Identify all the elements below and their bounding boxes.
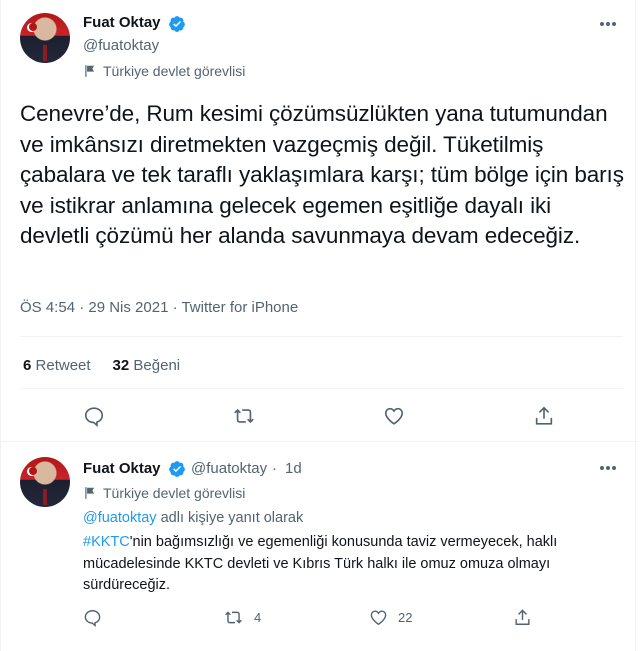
retweet-count: 6 <box>23 357 32 374</box>
author-handle[interactable]: @fuatoktay <box>83 37 159 54</box>
share-icon <box>535 406 553 425</box>
reply-icon <box>84 610 101 627</box>
retweet-icon <box>225 611 242 624</box>
government-flag-icon <box>85 487 95 499</box>
reply-like-button[interactable]: 22 <box>369 608 412 627</box>
tweet-thread: Fuat Oktay @fuatoktay Türkiye devlet gör… <box>0 0 637 651</box>
retweet-icon <box>234 408 254 424</box>
reply-body-text: 'nin bağımsızlığı ve egemenliği konusund… <box>83 534 558 593</box>
reply-account-label[interactable]: Türkiye devlet görevlisi <box>83 485 245 501</box>
replying-to-mention[interactable]: @fuatoktay <box>83 510 157 526</box>
reply-account-label-text: Türkiye devlet görevlisi <box>103 485 246 501</box>
verified-badge-icon <box>169 16 185 32</box>
reply-author-handle[interactable]: @fuatoktay <box>191 460 267 477</box>
retweet-button[interactable] <box>232 405 256 427</box>
more-options-icon[interactable] <box>598 14 618 34</box>
more-options-icon[interactable] <box>598 458 618 478</box>
hashtag-link[interactable]: #KKTC <box>83 534 130 550</box>
reply-author-name[interactable]: Fuat Oktay <box>83 460 161 477</box>
replying-to-suffix: adlı kişiye yanıt olarak <box>156 510 304 526</box>
reply-author-avatar[interactable] <box>20 457 70 507</box>
reply-retweet-button[interactable]: 4 <box>223 608 261 627</box>
account-label[interactable]: Türkiye devlet görevlisi <box>83 63 245 79</box>
like-icon <box>370 610 387 626</box>
like-button[interactable] <box>383 405 405 427</box>
like-count: 32 <box>112 357 130 374</box>
share-icon <box>515 609 530 625</box>
reply-timestamp[interactable]: 1d <box>285 460 302 477</box>
reply-share-button[interactable] <box>513 607 532 628</box>
retweet-stat[interactable]: 6 Retweet <box>23 357 91 374</box>
author-name[interactable]: Fuat Oktay <box>83 14 161 31</box>
separator-dot: · <box>272 460 277 477</box>
share-button[interactable] <box>533 404 555 428</box>
government-flag-icon <box>85 65 95 77</box>
reply-tweet-text: #KKTC'nin bağımsızlığı ve egemenliği kon… <box>83 532 623 597</box>
like-icon <box>384 407 404 425</box>
account-label-text: Türkiye devlet görevlisi <box>103 63 246 79</box>
verified-badge-icon <box>169 461 185 477</box>
divider <box>20 336 623 337</box>
tweet-stats: 6 Retweet 32 Beğeni <box>23 357 180 374</box>
tweet-text: Cenevre’de, Rum kesimi çözümsüzlükten ya… <box>20 101 624 248</box>
divider <box>20 388 623 389</box>
like-stat[interactable]: 32 Beğeni <box>113 357 181 374</box>
divider <box>1 441 637 442</box>
retweet-stat-label: Retweet <box>35 357 91 374</box>
reply-retweet-count: 4 <box>254 610 262 625</box>
reply-like-count: 22 <box>398 610 413 625</box>
replying-to: @fuatoktay adlı kişiye yanıt olarak <box>83 510 303 526</box>
reply-button[interactable] <box>83 405 105 427</box>
author-avatar[interactable] <box>20 13 70 63</box>
like-stat-label: Beğeni <box>133 357 181 374</box>
reply-reply-button[interactable] <box>83 608 102 627</box>
reply-icon <box>84 407 104 427</box>
tweet-meta[interactable]: ÖS 4:54 · 29 Nis 2021 · Twitter for iPho… <box>20 299 298 316</box>
